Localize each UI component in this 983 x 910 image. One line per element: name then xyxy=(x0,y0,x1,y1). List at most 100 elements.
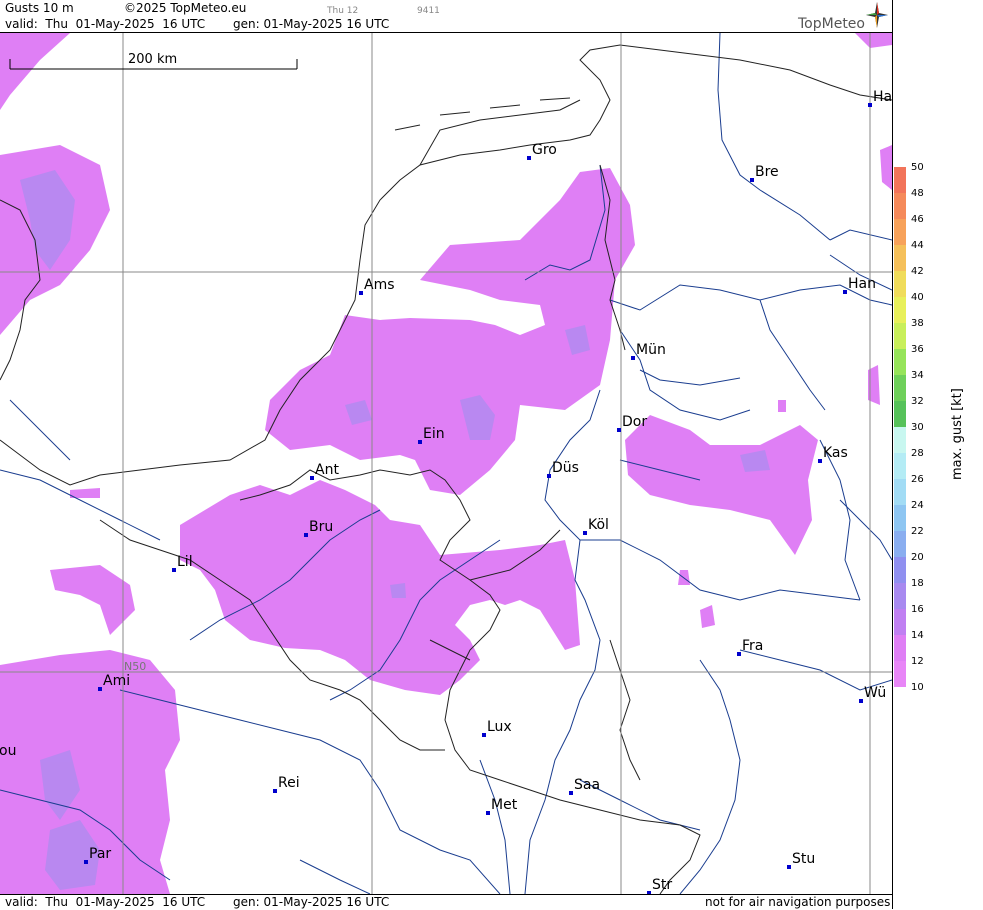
day-code: Thu 12 xyxy=(327,6,359,16)
legend-color-step xyxy=(894,609,906,635)
city-marker xyxy=(273,789,277,793)
city-label: Ams xyxy=(364,277,395,293)
city-label: Ein xyxy=(423,426,445,442)
legend-tick-label: 46 xyxy=(911,214,924,225)
city-marker xyxy=(737,652,741,656)
city-label: Str xyxy=(652,877,673,893)
legend-tick-label: 14 xyxy=(911,630,924,641)
city-marker xyxy=(486,811,490,815)
city-marker xyxy=(818,459,822,463)
valid-time: valid: Thu 01-May-2025 16 UTC xyxy=(5,17,206,31)
legend-color-step xyxy=(894,557,906,583)
city-label: Ha xyxy=(873,89,892,105)
legend-tick-label: 40 xyxy=(911,292,924,303)
gust-map[interactable]: 200 km N50 Gro Bre Ha Ams Han Mün Dor Ein Kas Ant… xyxy=(0,33,892,894)
footer-generated: gen: 01-May-2025 16 UTC xyxy=(233,895,390,909)
city-label: ou xyxy=(0,743,17,759)
city-label: Gro xyxy=(532,142,557,158)
map-right-border xyxy=(892,0,893,909)
legend-color-step xyxy=(894,661,906,687)
legend-color-step xyxy=(894,401,906,427)
generated-time: gen: 01-May-2025 16 UTC xyxy=(233,17,390,31)
city-marker xyxy=(172,568,176,572)
legend-tick-label: 34 xyxy=(911,370,924,381)
city-label: Düs xyxy=(552,460,579,476)
legend-title: max. gust [kt] xyxy=(950,388,965,480)
legend-tick-label: 18 xyxy=(911,578,924,589)
legend-tick-label: 42 xyxy=(911,266,924,277)
legend-tick-label: 12 xyxy=(911,656,924,667)
legend-tick-label: 32 xyxy=(911,396,924,407)
legend-color-step xyxy=(894,453,906,479)
city-marker xyxy=(304,533,308,537)
legend-color-step xyxy=(894,219,906,245)
scale-label: 200 km xyxy=(128,52,178,67)
city-label: Par xyxy=(89,846,112,862)
legend-tick-label: 28 xyxy=(911,448,924,459)
city-label: Dor xyxy=(622,414,648,430)
legend-tick-label: 44 xyxy=(911,240,924,251)
legend-tick-label: 48 xyxy=(911,188,924,199)
footer-valid: valid: Thu 01-May-2025 16 UTC xyxy=(5,895,206,909)
city-label: Lil xyxy=(177,554,193,570)
city-marker xyxy=(631,356,635,360)
legend-color-step xyxy=(894,271,906,297)
city-label: Fra xyxy=(742,638,764,654)
legend-color-step xyxy=(894,193,906,219)
city-label: Ami xyxy=(103,673,131,689)
city-marker xyxy=(98,687,102,691)
copyright-text: ©2025 TopMeteo.eu xyxy=(124,1,247,15)
city-label: Mün xyxy=(636,342,666,358)
city-label: Kas xyxy=(823,445,848,461)
legend-tick-label: 50 xyxy=(911,162,924,173)
latitude-label: N50 xyxy=(124,660,147,673)
city-marker xyxy=(527,156,531,160)
legend-color-step xyxy=(894,349,906,375)
city-label: Bre xyxy=(755,164,779,180)
legend-color-step xyxy=(894,583,906,609)
city-label: Wü xyxy=(864,685,887,701)
legend-color-step xyxy=(894,167,906,193)
legend-tick-label: 36 xyxy=(911,344,924,355)
map-top-border xyxy=(0,32,892,33)
legend-tick-label: 22 xyxy=(911,526,924,537)
city-label: Bru xyxy=(309,519,334,535)
legend-color-step xyxy=(894,245,906,271)
legend-color-step xyxy=(894,323,906,349)
city-label: Stu xyxy=(792,851,816,867)
city-marker xyxy=(359,291,363,295)
city-marker xyxy=(617,428,621,432)
legend-tick-label: 16 xyxy=(911,604,924,615)
city-marker xyxy=(843,290,847,294)
footer-disclaimer: not for air navigation purposes xyxy=(705,895,891,909)
city-marker xyxy=(859,699,863,703)
city-marker xyxy=(787,865,791,869)
city-marker xyxy=(868,103,872,107)
run-code: 9411 xyxy=(417,6,440,16)
legend-color-step xyxy=(894,375,906,401)
city-label: Han xyxy=(848,276,876,292)
legend-color-step xyxy=(894,505,906,531)
city-marker xyxy=(583,531,587,535)
city-marker xyxy=(750,178,754,182)
legend-color-step xyxy=(894,479,906,505)
legend-tick-label: 10 xyxy=(911,682,924,693)
city-marker xyxy=(569,791,573,795)
legend-color-step xyxy=(894,531,906,557)
topmeteo-logo[interactable]: TopMeteo xyxy=(798,16,865,32)
city-label: Lux xyxy=(487,719,512,735)
legend-tick-label: 20 xyxy=(911,552,924,563)
city-label: Rei xyxy=(278,775,300,791)
city-label: Saa xyxy=(574,777,601,793)
legend-color-step xyxy=(894,427,906,453)
city-label: Köl xyxy=(588,517,609,533)
map-title: Gusts 10 m xyxy=(5,1,74,15)
city-marker xyxy=(547,474,551,478)
city-marker xyxy=(418,440,422,444)
compass-star-icon xyxy=(866,2,888,28)
legend-tick-label: 30 xyxy=(911,422,924,433)
city-label: Met xyxy=(491,797,518,813)
legend-tick-label: 38 xyxy=(911,318,924,329)
legend-tick-label: 24 xyxy=(911,500,924,511)
city-label: Ant xyxy=(315,462,339,478)
